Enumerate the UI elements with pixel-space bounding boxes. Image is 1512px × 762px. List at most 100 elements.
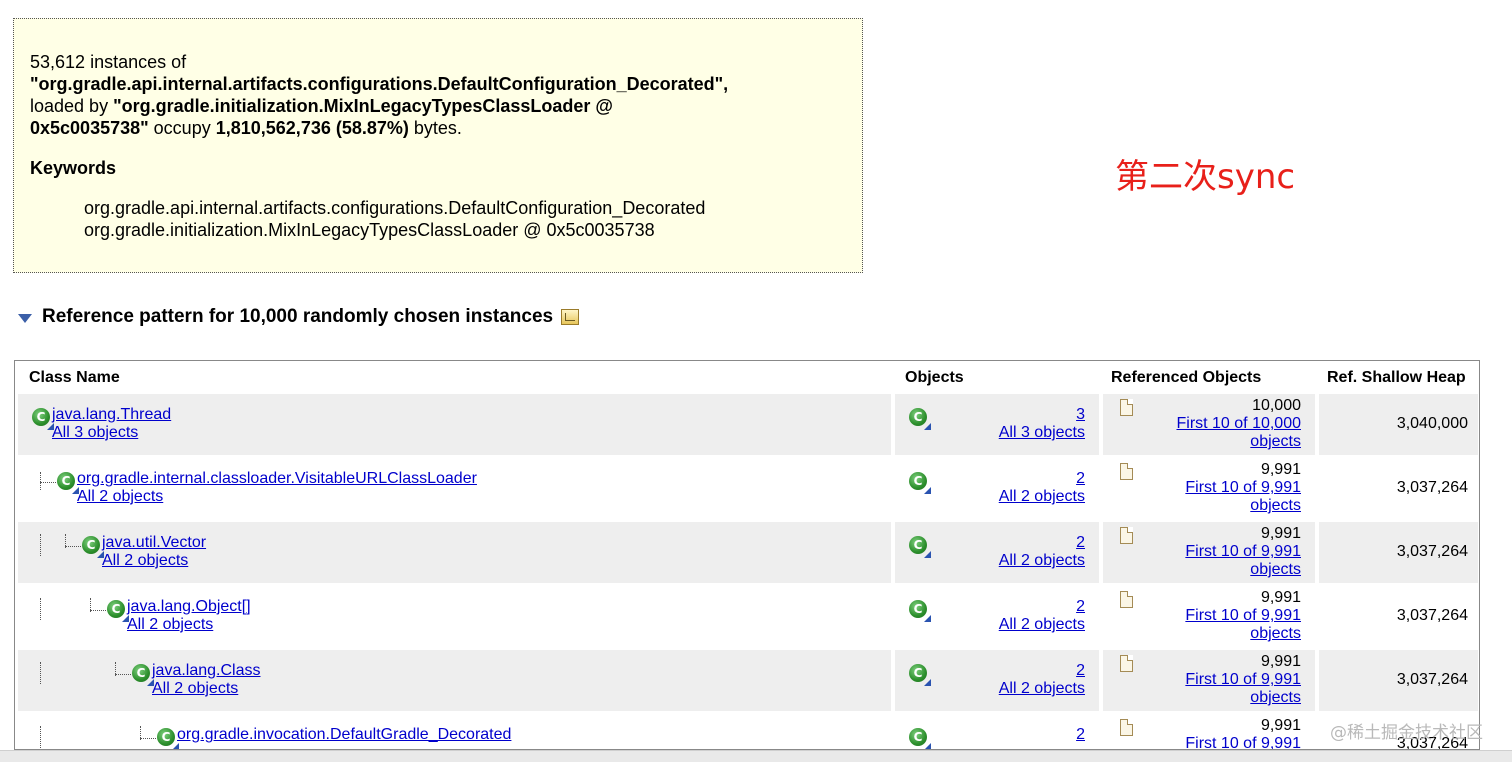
ref-first-link[interactable]: First 10 of 9,991 [1185, 543, 1301, 561]
ref-first-link[interactable]: First 10 of 9,991 [1185, 735, 1301, 749]
objects-cell: C 3 All 3 objects [895, 394, 1099, 455]
objects-all-link[interactable]: All 2 objects [999, 552, 1085, 570]
class-name-cell: C java.lang.Thread All 3 objects [18, 394, 891, 455]
section-reference-pattern[interactable]: Reference pattern for 10,000 randomly ch… [18, 303, 580, 331]
summary-line-4: 0x5c0035738" occupy 1,810,562,736 (58.87… [30, 118, 462, 138]
table-row[interactable]: C org.gradle.invocation.DefaultGradle_De… [18, 714, 1478, 749]
keyword-item: org.gradle.initialization.MixInLegacyTyp… [84, 220, 655, 240]
class-name-link[interactable]: org.gradle.internal.classloader.Visitabl… [77, 470, 477, 488]
ref-objects-link[interactable]: objects [1250, 497, 1301, 515]
class-name-link[interactable]: java.lang.Thread [52, 406, 171, 424]
referenced-objects-cell: 9,991 First 10 of 9,991 objects [1103, 586, 1315, 647]
class-name-cell: C org.gradle.invocation.DefaultGradle_De… [18, 714, 891, 749]
class-c-icon: C [157, 728, 179, 749]
class-name-link[interactable]: java.lang.Class [152, 662, 261, 680]
class-c-icon: C [909, 408, 931, 430]
class-c-icon: C [909, 728, 931, 749]
objects-all-link[interactable]: All 2 objects [999, 680, 1085, 698]
ref-shallow-heap-cell: 3,037,264 [1319, 586, 1478, 647]
all-objects-link[interactable]: All 2 objects [127, 616, 213, 634]
ref-first-link[interactable]: First 10 of 9,991 [1185, 671, 1301, 689]
keywords-list: org.gradle.api.internal.artifacts.config… [30, 197, 862, 241]
objects-all-link[interactable]: All 2 objects [999, 616, 1085, 634]
tree-line [65, 546, 81, 547]
tree-line [40, 598, 41, 620]
document-icon [1120, 463, 1133, 480]
referenced-objects-cell: 9,991 First 10 of 9,991 objects [1103, 650, 1315, 711]
objects-count-link[interactable]: 2 [1076, 534, 1085, 552]
document-icon [1120, 399, 1133, 416]
class-c-icon: C [57, 472, 79, 494]
class-c-icon: C [909, 472, 931, 494]
objects-cell: C 2 All 2 objects [895, 458, 1099, 519]
ref-objects-link[interactable]: objects [1250, 689, 1301, 707]
class-name-link[interactable]: org.gradle.invocation.DefaultGradle_Deco… [177, 726, 511, 744]
tree-line [140, 738, 156, 739]
all-objects-link[interactable]: All 2 objects [152, 680, 238, 698]
class-name-cell: C java.lang.Class All 2 objects [18, 650, 891, 711]
tree-line [40, 534, 41, 556]
all-objects-link[interactable]: All 2 objects [102, 552, 188, 570]
class-c-icon: C [909, 536, 931, 558]
objects-cell: C 2 [895, 714, 1099, 749]
table-row[interactable]: C org.gradle.internal.classloader.Visita… [18, 458, 1478, 519]
class-c-icon: C [132, 664, 154, 686]
objects-count-link[interactable]: 3 [1076, 406, 1085, 424]
objects-count-link[interactable]: 2 [1076, 470, 1085, 488]
ref-objects-link[interactable]: objects [1250, 433, 1301, 451]
section-title: Reference pattern for 10,000 randomly ch… [42, 306, 554, 327]
ref-shallow-heap-cell: 3,037,264 [1319, 458, 1478, 519]
ref-first-link[interactable]: First 10 of 9,991 [1185, 479, 1301, 497]
summary-line-2: "org.gradle.api.internal.artifacts.confi… [30, 73, 862, 95]
class-name-link[interactable]: java.lang.Object[] [127, 598, 251, 616]
referenced-objects-cell: 9,991 First 10 of 9,991 objects [1103, 522, 1315, 583]
document-icon [1120, 719, 1133, 736]
all-objects-link[interactable]: All 2 objects [77, 488, 163, 506]
referenced-objects-cell: 10,000 First 10 of 10,000 objects [1103, 394, 1315, 455]
column-header-ref-shallow-heap[interactable]: Ref. Shallow Heap [1327, 369, 1466, 387]
ref-first-link[interactable]: First 10 of 10,000 [1176, 415, 1301, 433]
ref-shallow-heap-cell: 3,040,000 [1319, 394, 1478, 455]
column-header-class-name[interactable]: Class Name [29, 369, 120, 387]
tree-line [40, 472, 41, 490]
table-row[interactable]: C java.lang.Class All 2 objects C 2 All … [18, 650, 1478, 711]
objects-all-link[interactable]: All 2 objects [999, 488, 1085, 506]
table-row[interactable]: C java.lang.Object[] All 2 objects C 2 A… [18, 586, 1478, 647]
class-name-cell: C org.gradle.internal.classloader.Visita… [18, 458, 891, 519]
class-c-icon: C [909, 664, 931, 686]
heap-value: 3,037,264 [1396, 543, 1468, 560]
class-c-icon: C [909, 600, 931, 622]
ref-count: 10,000 [1252, 397, 1301, 414]
ref-shallow-heap-cell: 3,037,264 [1319, 650, 1478, 711]
ref-objects-link[interactable]: objects [1250, 625, 1301, 643]
table-row[interactable]: C java.util.Vector All 2 objects C 2 All… [18, 522, 1478, 583]
class-c-icon: C [32, 408, 54, 430]
document-icon [1120, 591, 1133, 608]
heap-value: 3,037,264 [1396, 671, 1468, 688]
ref-objects-link[interactable]: objects [1250, 561, 1301, 579]
ref-count: 9,991 [1260, 461, 1301, 478]
class-name-cell: C java.util.Vector All 2 objects [18, 522, 891, 583]
class-name-link[interactable]: java.util.Vector [102, 534, 206, 552]
objects-count-link[interactable]: 2 [1076, 598, 1085, 616]
ref-count: 9,991 [1260, 589, 1301, 606]
horizontal-scrollbar[interactable] [0, 750, 1512, 762]
table-row[interactable]: C java.lang.Thread All 3 objects C 3 All… [18, 394, 1478, 455]
column-header-objects[interactable]: Objects [905, 369, 964, 387]
table-header: Class Name Objects Referenced Objects Re… [15, 361, 1479, 393]
objects-cell: C 2 All 2 objects [895, 586, 1099, 647]
objects-count-link[interactable]: 2 [1076, 662, 1085, 680]
occupied-size: 1,810,562,736 (58.87%) [215, 118, 409, 138]
ref-first-link[interactable]: First 10 of 9,991 [1185, 607, 1301, 625]
instance-count: 53,612 [30, 52, 86, 72]
all-objects-link[interactable]: All 3 objects [52, 424, 138, 442]
ref-count: 9,991 [1260, 717, 1301, 734]
tree-line [40, 726, 41, 748]
export-icon[interactable] [561, 309, 580, 325]
objects-count-link[interactable]: 2 [1076, 726, 1085, 744]
objects-all-link[interactable]: All 3 objects [999, 424, 1085, 442]
column-header-referenced-objects[interactable]: Referenced Objects [1111, 369, 1261, 387]
tree-line [40, 482, 56, 483]
document-icon [1120, 527, 1133, 544]
triangle-down-icon[interactable] [18, 313, 32, 323]
